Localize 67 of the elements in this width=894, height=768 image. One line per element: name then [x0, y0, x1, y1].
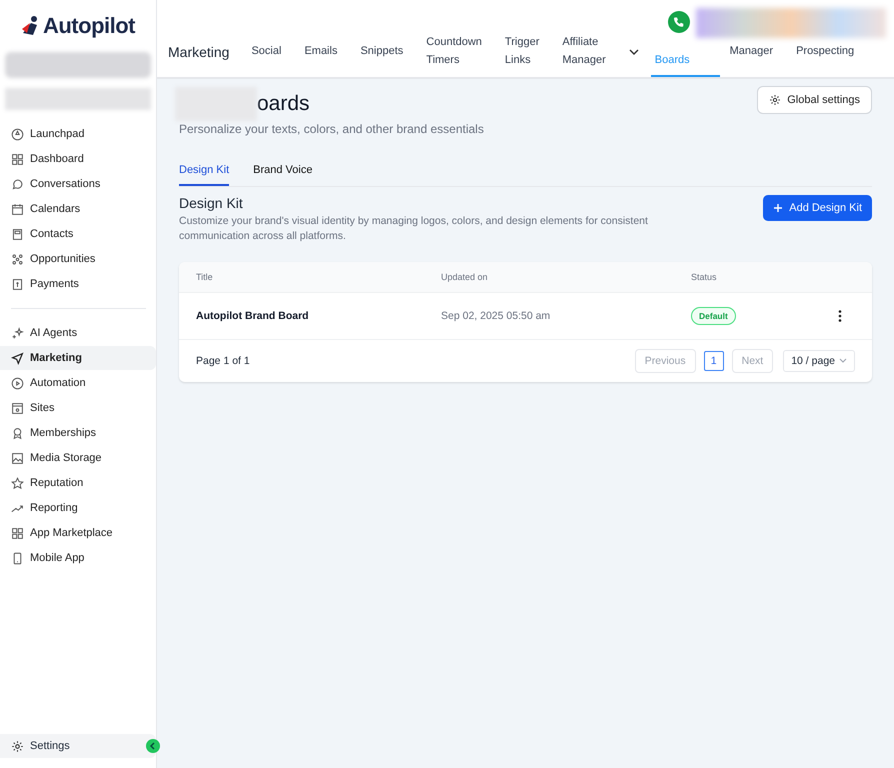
status-badge: Default: [691, 307, 736, 325]
column-header: Title: [196, 272, 214, 282]
paper-plane-icon: [11, 352, 24, 364]
table-cell-text: Sep 02, 2025 05:50 am: [441, 310, 552, 322]
nodes-icon: [11, 252, 24, 266]
sidebar-item[interactable]: Reputation: [0, 471, 156, 495]
ribbon-icon: [11, 426, 24, 440]
page-info: Page 1 of 1: [196, 355, 250, 367]
sidebar-item[interactable]: Mobile App: [0, 546, 156, 570]
sidebar-item[interactable]: Launchpad: [0, 122, 156, 146]
sidebar-item[interactable]: Sites: [0, 396, 156, 420]
play-circle-icon: [11, 376, 24, 390]
nav-tab[interactable]: Prospecting: [796, 42, 866, 62]
collapse-button[interactable]: [146, 739, 160, 753]
phone-button[interactable]: [668, 11, 690, 33]
tab[interactable]: Design Kit: [179, 164, 230, 186]
sparkle-icon: [11, 326, 24, 340]
chevron-down-icon: [839, 358, 847, 364]
sidebar-item[interactable]: Marketing: [0, 346, 156, 370]
sidebar-item[interactable]: Payments: [0, 272, 156, 296]
sidebar-item[interactable]: Conversations: [0, 172, 156, 196]
section-heading: Design Kit: [179, 195, 244, 211]
sidebar-item[interactable]: Calendars: [0, 197, 156, 221]
global-settings-button[interactable]: Global settings: [757, 86, 872, 114]
chat-bubble-icon: [11, 178, 24, 190]
sidebar-item[interactable]: AI Agents: [0, 321, 156, 345]
nav-tab[interactable]: Affiliate Manager: [562, 33, 618, 71]
sidebar-item[interactable]: Dashboard: [0, 147, 156, 171]
tab[interactable]: Brand Voice: [253, 164, 312, 186]
sidebar-item[interactable]: Memberships: [0, 421, 156, 445]
column-header: Updated on: [441, 272, 489, 282]
grid-icon: [11, 526, 24, 540]
sidebar-item[interactable]: Opportunities: [0, 247, 156, 271]
image-icon: [11, 452, 24, 464]
settings-icon: [769, 94, 782, 106]
sidebar-item[interactable]: Media Storage: [0, 446, 156, 470]
sidebar-item[interactable]: Contacts: [0, 222, 156, 246]
sidebar-item[interactable]: Automation: [0, 371, 156, 395]
sidebar-item[interactable]: App Marketplace: [0, 521, 156, 545]
section-description: Customize your brand's visual identity by managing logos, colors, and design elements for consistent communication across all platforms.: [179, 214, 649, 244]
nav-tab[interactable]: Snippets: [360, 42, 416, 62]
sidebar-item[interactable]: Reporting: [0, 496, 156, 520]
nav-tab[interactable]: Trigger Links: [504, 33, 552, 71]
settings-icon: [11, 740, 24, 752]
nav-tab[interactable]: Emails: [304, 42, 350, 62]
add-design-kit-button[interactable]: Add Design Kit: [763, 195, 872, 221]
table-cell-text: Autopilot Brand Board: [196, 310, 310, 322]
logo-text: Autopilot: [42, 13, 136, 39]
page-title: oards: [257, 92, 310, 116]
nav-tab[interactable]: Countdown Timers: [426, 33, 494, 71]
page-size-dropdown[interactable]: 10 / page: [783, 350, 855, 372]
nav-tab[interactable]: Social: [251, 42, 294, 62]
page-number[interactable]: 1: [704, 351, 724, 371]
star-icon: [11, 476, 24, 490]
nav-tab[interactable]: Manager: [730, 42, 786, 62]
page-subtitle: Personalize your texts, colors, and other brand essentials: [179, 122, 484, 136]
chevron-left-icon: [149, 742, 157, 750]
section-title: Marketing: [168, 44, 230, 60]
grid-icon: [11, 152, 24, 166]
phone-icon: [673, 16, 685, 28]
browser-icon: [11, 402, 24, 414]
column-header: Status: [691, 272, 718, 282]
calendar-icon: [11, 202, 24, 216]
contact-card-icon: [11, 228, 24, 240]
chevron-down-icon[interactable]: [628, 47, 639, 57]
phone-icon: [11, 552, 24, 564]
plus-icon: [773, 203, 784, 213]
